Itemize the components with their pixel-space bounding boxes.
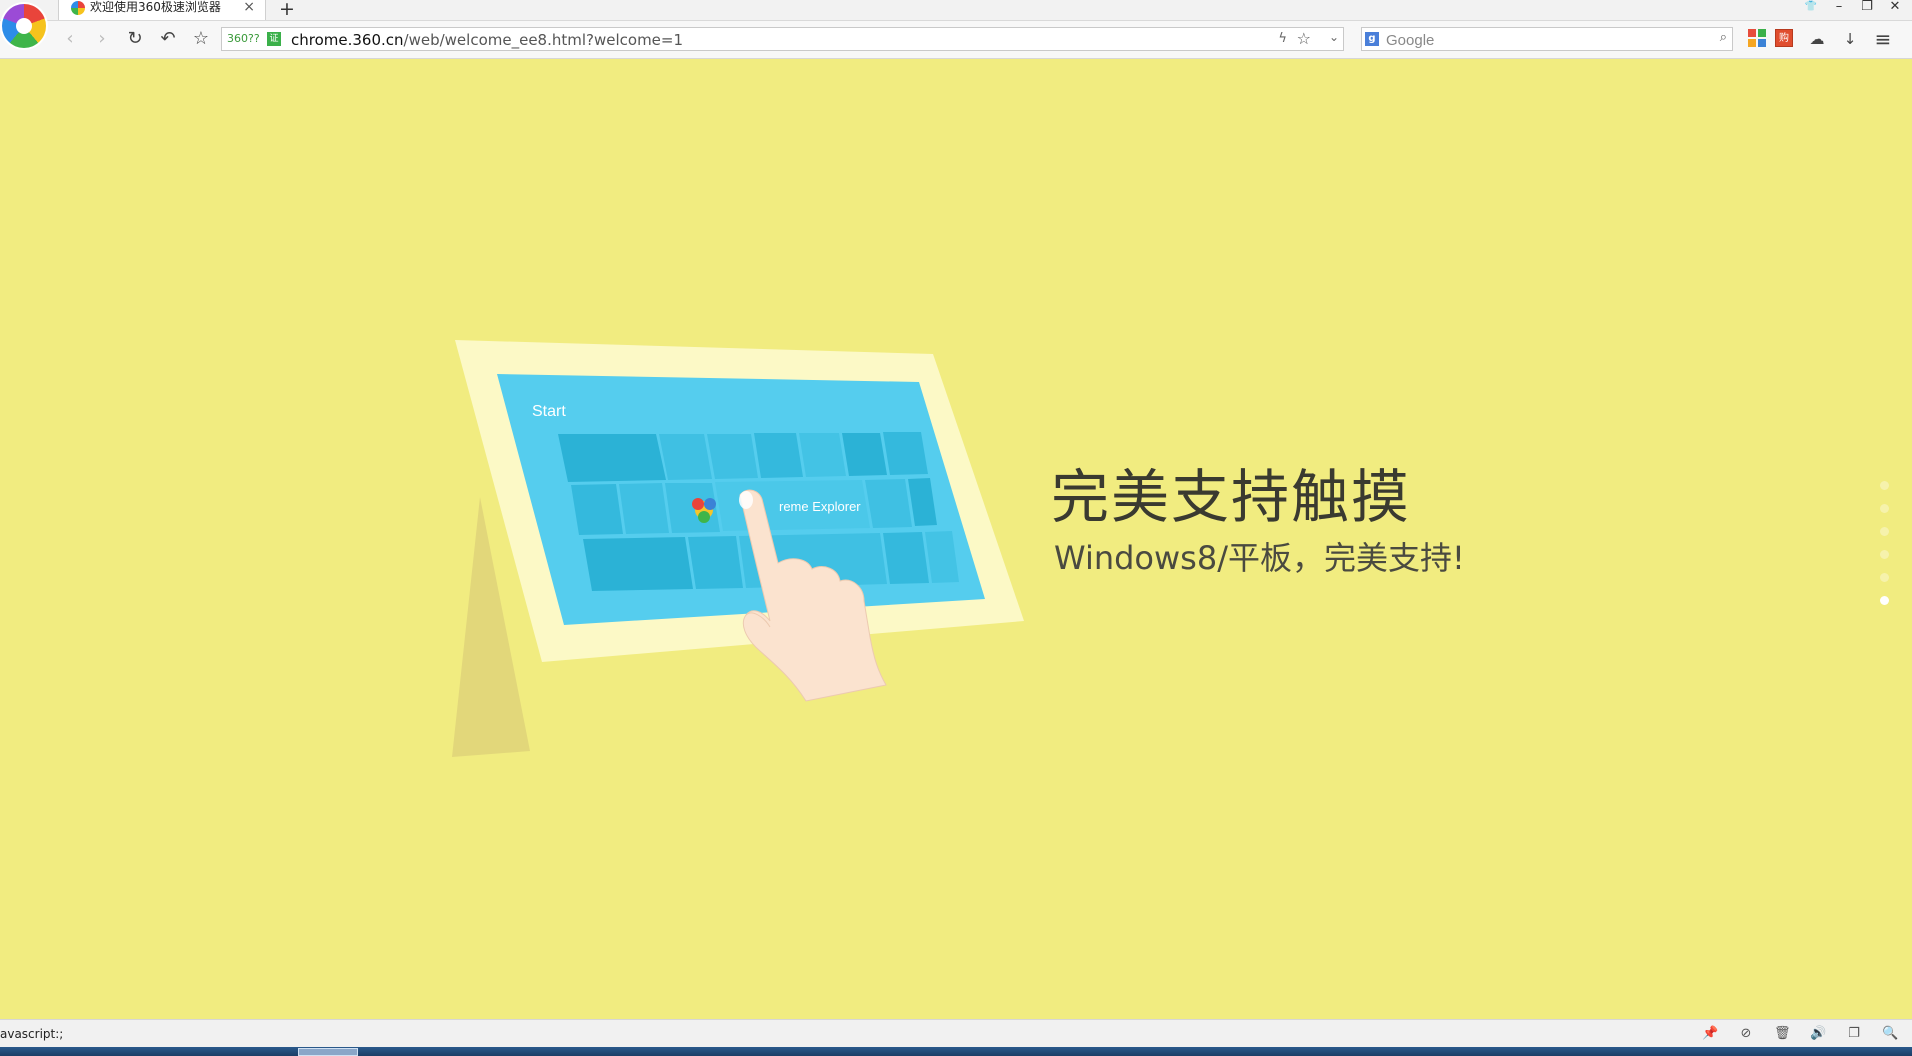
title-bar: 欢迎使用360极速浏览器 × + 👕 – ❐ ✕: [0, 0, 1912, 21]
security-badge[interactable]: 360??: [227, 32, 260, 45]
status-icons: 📌 ⊘ 🗑 🔊 ❐ 🔍: [1702, 1026, 1898, 1041]
page-dot[interactable]: [1880, 504, 1889, 513]
forward-button[interactable]: ›: [90, 28, 114, 50]
window-icon[interactable]: ❐: [1846, 1026, 1862, 1041]
os-taskbar: [0, 1047, 1912, 1056]
hero-subtitle: Windows8/平板，完美支持!: [1054, 539, 1465, 577]
search-icon[interactable]: ⌕: [1720, 30, 1727, 45]
close-tab-icon[interactable]: ×: [243, 0, 255, 14]
page-dot[interactable]: [1880, 527, 1889, 536]
search-box[interactable]: g ⌕: [1361, 27, 1733, 51]
volume-icon[interactable]: 🔊: [1810, 1026, 1826, 1041]
skin-icon[interactable]: 👕: [1804, 0, 1818, 14]
clear-icon[interactable]: 🗑: [1774, 1026, 1791, 1041]
block-icon[interactable]: ⊘: [1738, 1026, 1754, 1041]
search-engine-icon[interactable]: g: [1365, 32, 1379, 46]
browser-favicon-icon: [71, 1, 85, 15]
tab-title: 欢迎使用360极速浏览器: [90, 0, 221, 14]
cloud-sync-icon[interactable]: ☁: [1807, 29, 1827, 49]
close-window-button[interactable]: ✕: [1888, 0, 1902, 14]
certificate-icon[interactable]: 证: [267, 32, 281, 46]
pin-icon[interactable]: 📌: [1702, 1026, 1718, 1041]
shopping-icon[interactable]: 购: [1775, 29, 1793, 47]
tab-welcome[interactable]: 欢迎使用360极速浏览器 ×: [58, 0, 266, 20]
url-path: /web/welcome_ee8.html?welcome=1: [403, 31, 684, 49]
page-dot[interactable]: [1880, 481, 1889, 490]
taskbar-browser-item[interactable]: [298, 1048, 358, 1056]
status-text: avascript:;: [0, 1027, 64, 1041]
browser-logo-icon[interactable]: [2, 4, 46, 48]
maximize-button[interactable]: ❐: [1860, 0, 1874, 14]
speed-mode-icon[interactable]: ϟ: [1278, 31, 1287, 46]
window-controls: 👕 – ❐ ✕: [1804, 0, 1902, 14]
undo-close-button[interactable]: ↶: [156, 28, 180, 50]
menu-icon[interactable]: ≡: [1873, 29, 1893, 49]
url-text[interactable]: chrome.360.cn/web/welcome_ee8.html?welco…: [291, 31, 683, 49]
favorite-star-icon[interactable]: ☆: [1297, 29, 1311, 48]
minimize-button[interactable]: –: [1832, 0, 1846, 14]
page-indicator: [1880, 481, 1892, 619]
welcome-page: Start reme Explorer 完美支持触摸 Windows8/平板，完…: [0, 59, 1912, 1019]
back-button[interactable]: ‹: [58, 28, 82, 50]
search-input[interactable]: [1384, 29, 1708, 51]
tile-label: reme Explorer: [779, 499, 861, 514]
page-dot-active[interactable]: [1880, 596, 1889, 605]
navigation-bar: ‹ › ↻ ↶ ☆ 360?? 证 chrome.360.cn/web/welc…: [0, 21, 1912, 59]
url-host: chrome.360.cn: [291, 31, 404, 49]
page-dot[interactable]: [1880, 573, 1889, 582]
address-dropdown-icon[interactable]: ⌄: [1329, 30, 1339, 44]
tablet-illustration: Start reme Explorer: [452, 340, 1024, 757]
start-label: Start: [532, 403, 566, 420]
apps-grid: [1748, 29, 1766, 47]
new-tab-button[interactable]: +: [279, 0, 295, 20]
hero-title: 完美支持触摸: [1051, 463, 1412, 531]
apps-icon[interactable]: [1748, 29, 1768, 49]
address-bar[interactable]: 360?? 证 chrome.360.cn/web/welcome_ee8.ht…: [221, 27, 1344, 51]
zoom-icon[interactable]: 🔍: [1882, 1026, 1898, 1041]
reload-button[interactable]: ↻: [123, 28, 147, 50]
page-dot[interactable]: [1880, 550, 1889, 559]
bookmark-button[interactable]: ☆: [189, 28, 213, 50]
status-bar: avascript:; 📌 ⊘ 🗑 🔊 ❐ 🔍: [0, 1019, 1912, 1048]
download-icon[interactable]: ↓: [1840, 29, 1860, 49]
